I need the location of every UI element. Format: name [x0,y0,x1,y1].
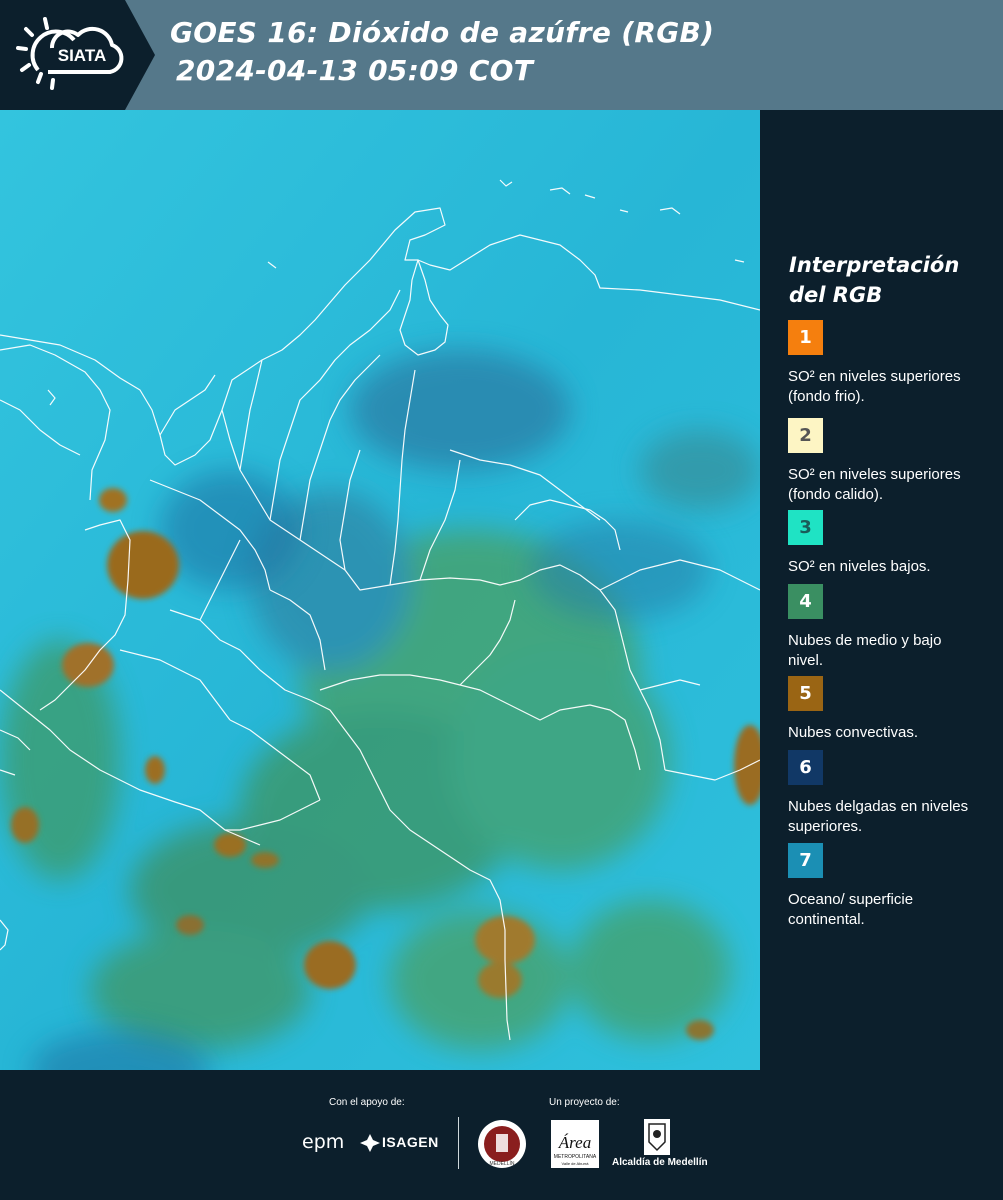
legend-swatch: 6 [788,750,823,785]
legend-description: Nubes de medio y bajo nivel. [788,632,942,669]
legend-item-4: 4 Nubes de medio y bajo nivel. [788,584,998,671]
support-label: Con el apoyo de: [329,1097,405,1108]
legend-description: SO² en niveles superiores (fondo calido)… [788,466,961,503]
legend-item-3: 3 SO² en niveles bajos. [788,510,998,577]
legend-description: SO² en niveles superiores (fondo frio). [788,368,961,405]
medellin-seal-icon: MEDELLÍN [478,1120,526,1168]
area-logo-sub2: Valle de Aburrá [561,1161,589,1166]
area-logo-main: Área [558,1133,591,1152]
isagen-mark-icon [360,1134,380,1152]
legend-swatch: 4 [788,584,823,619]
legend-item-2: 2 SO² en niveles superiores (fondo calid… [788,418,998,505]
legend-description: Nubes convectivas. [788,724,919,741]
alcaldia-shield-icon [644,1119,670,1155]
epm-logo: epm [302,1131,345,1153]
siata-logo: SIATA [0,0,155,110]
legend-swatch: 5 [788,676,823,711]
legend-item-6: 6 Nubes delgadas en niveles superiores. [788,750,998,837]
header: SIATA GOES 16: Dióxido de azúfre (RGB) 2… [0,0,1003,110]
legend-panel: Interpretación del RGB 1 SO² en niveles … [760,110,1003,1070]
legend-swatch: 3 [788,510,823,545]
area-logo-sub: METROPOLITANA [554,1154,597,1160]
legend-swatch: 2 [788,418,823,453]
project-label: Un proyecto de: [549,1097,620,1108]
footer: Con el apoyo de: Un proyecto de: epm ISA… [0,1070,1003,1200]
map-title: GOES 16: Dióxido de azúfre (RGB) [170,16,715,49]
satellite-map [0,110,760,1070]
isagen-logo: ISAGEN [382,1134,439,1150]
alcaldia-logo-text: Alcaldía de Medellín [612,1157,708,1168]
footer-divider [458,1117,459,1169]
legend-item-1: 1 SO² en niveles superiores (fondo frio)… [788,320,998,407]
legend-item-7: 7 Oceano/ superficie continental. [788,843,998,930]
area-metropolitana-logo: Área METROPOLITANA Valle de Aburrá [551,1120,599,1168]
legend-swatch: 7 [788,843,823,878]
logo-text: SIATA [58,46,106,65]
legend-item-5: 5 Nubes convectivas. [788,676,998,743]
legend-swatch: 1 [788,320,823,355]
legend-description: Oceano/ superficie continental. [788,891,914,928]
legend-description: Nubes delgadas en niveles superiores. [788,798,969,835]
legend-title: Interpretación del RGB [789,253,960,307]
seal-text: MEDELLÍN [489,1160,514,1167]
map-timestamp: 2024-04-13 05:09 COT [176,54,534,87]
legend-description: SO² en niveles bajos. [788,558,931,575]
